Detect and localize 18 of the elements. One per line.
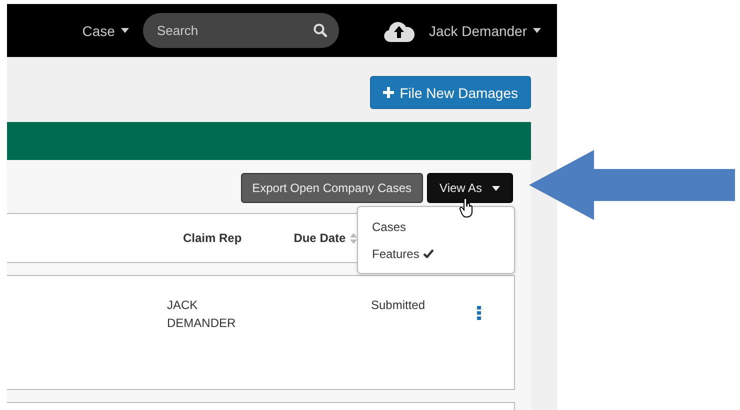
export-button[interactable]: Export Open Company Cases: [241, 173, 423, 203]
caret-icon: [533, 28, 541, 33]
menu-item[interactable]: Cases: [358, 213, 514, 240]
caret-icon: [120, 28, 129, 33]
status-cell-text: Submitted: [371, 297, 426, 314]
column-header: Claim Rep: [183, 231, 242, 245]
search-icon[interactable]: [312, 23, 327, 37]
search-field[interactable]: Search: [142, 13, 339, 48]
plus-icon: [382, 87, 394, 98]
view-as-button[interactable]: View As: [426, 173, 513, 203]
kebab-menu-icon[interactable]: [477, 306, 482, 320]
menu-item[interactable]: Features: [358, 240, 514, 267]
case-menu[interactable]: Case: [82, 22, 129, 38]
caret-icon: [492, 186, 500, 190]
claim-rep-cell-text: JACK DEMANDER: [167, 297, 237, 332]
column-header[interactable]: Due Date: [294, 231, 357, 245]
file-new-damages-button[interactable]: File New Damages: [370, 76, 531, 109]
user-menu[interactable]: Jack Demander: [428, 22, 541, 38]
